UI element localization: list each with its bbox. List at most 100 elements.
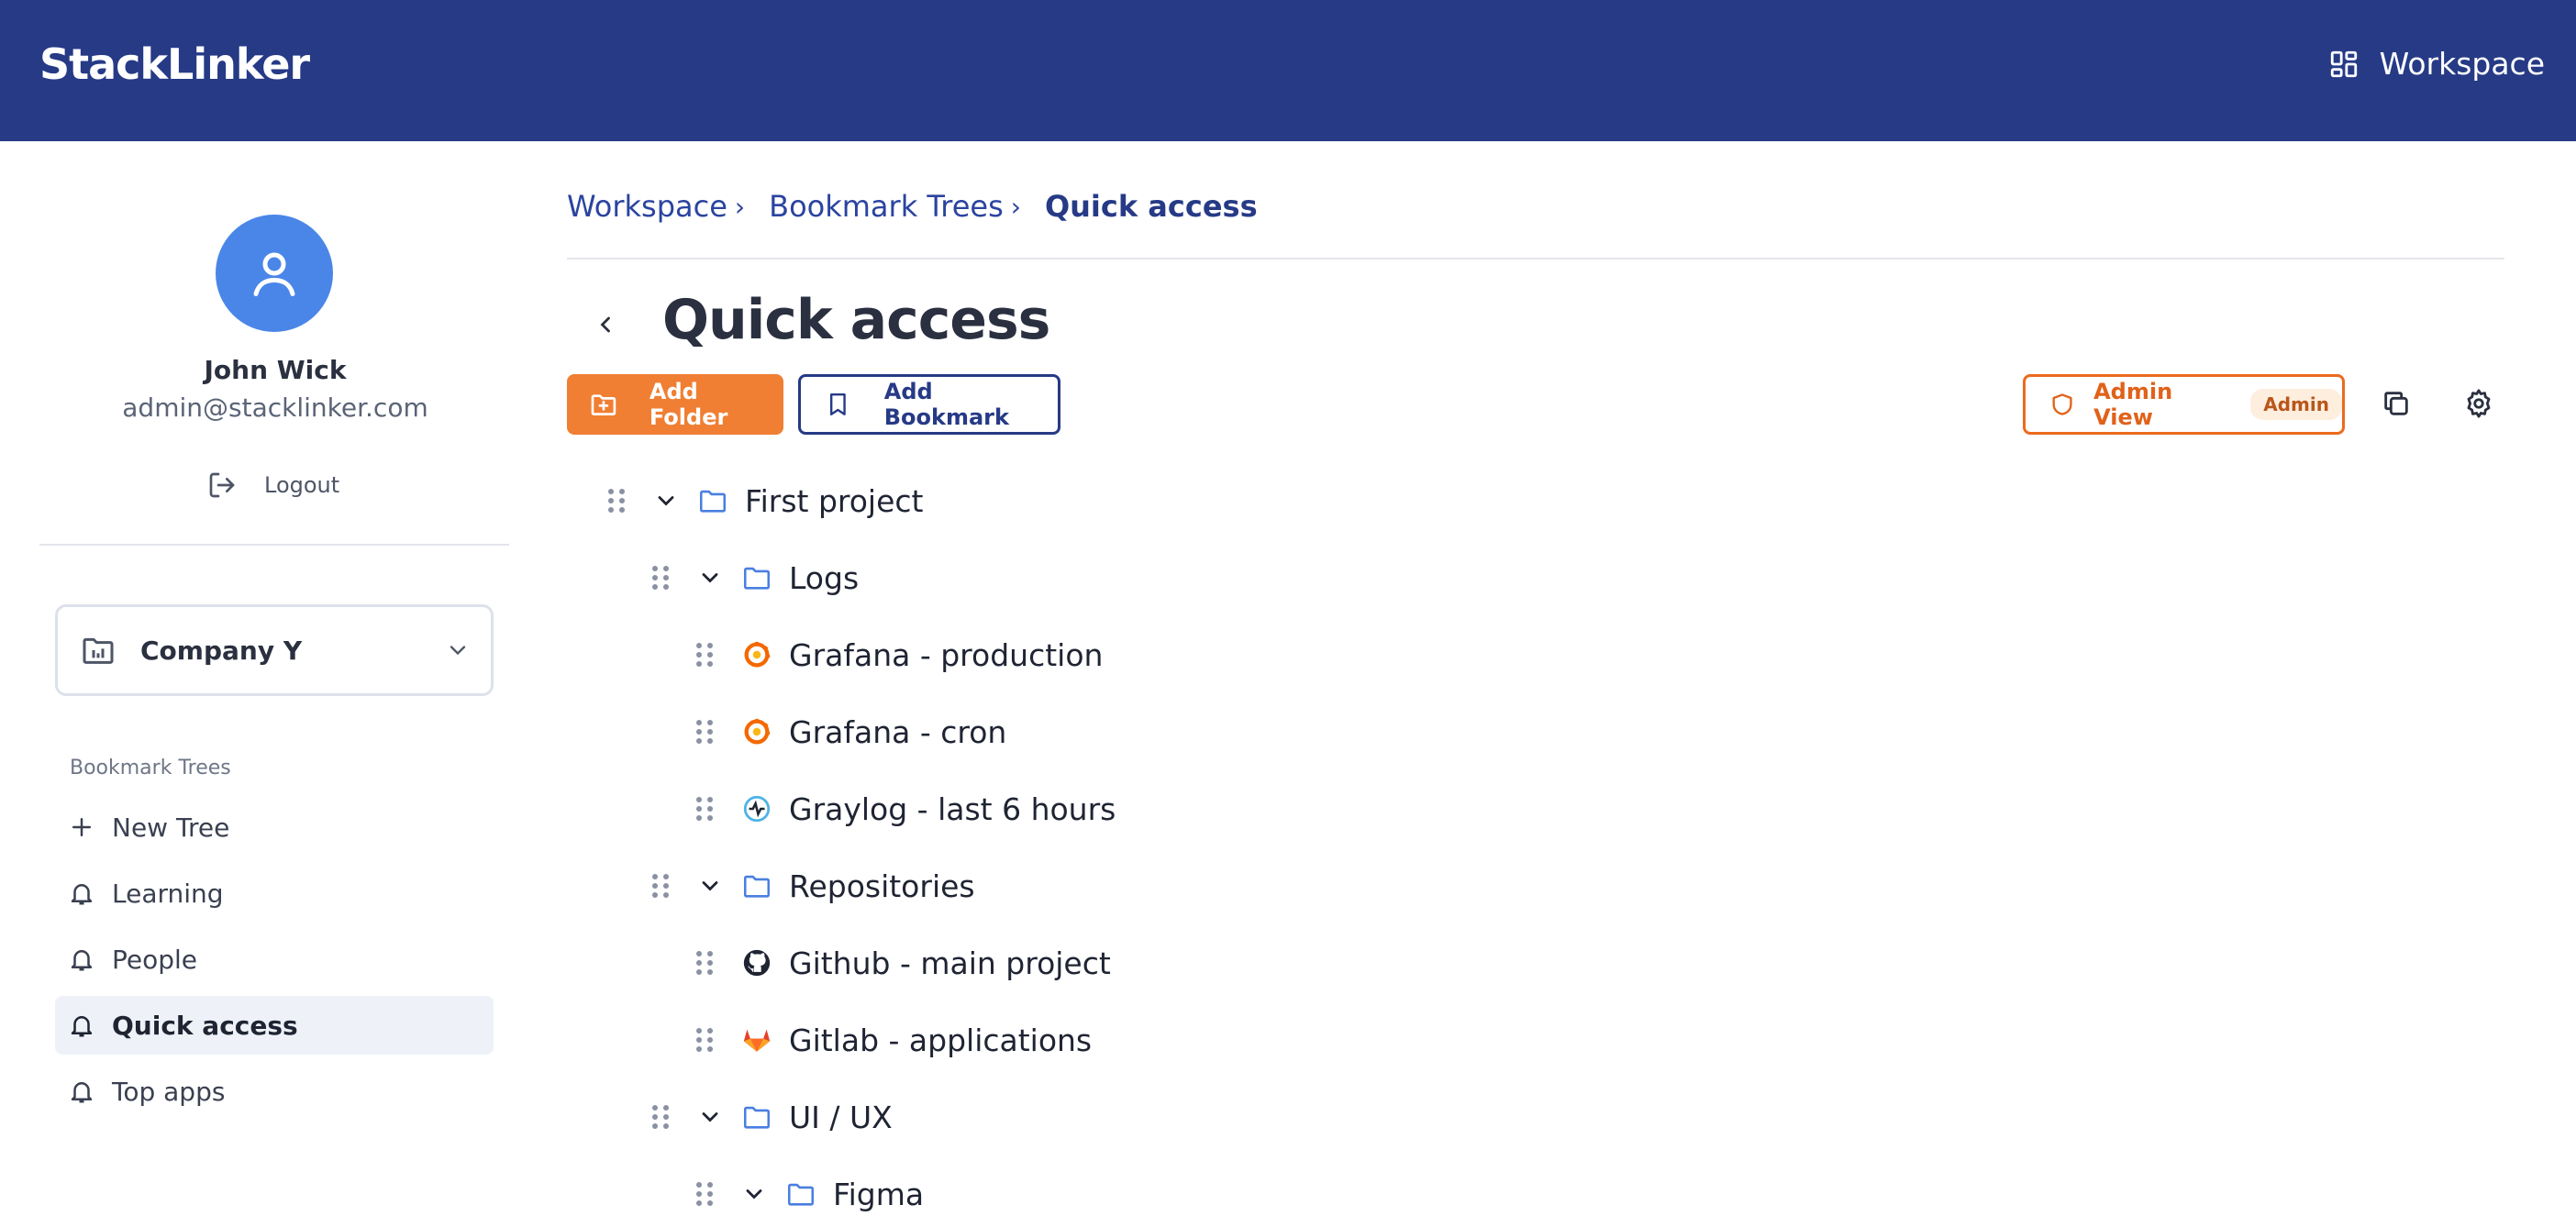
chevron-down-icon[interactable] [741, 1181, 767, 1207]
admin-view-button[interactable]: Admin View Admin [2023, 374, 2345, 435]
tree-item-label: Github - main project [789, 945, 1111, 981]
page-title: Quick access [662, 288, 1050, 352]
github-icon [743, 949, 771, 977]
tree-item-label: Graylog - last 6 hours [789, 790, 1116, 827]
drag-handle-icon[interactable] [694, 717, 716, 746]
sidebar-item-label: New Tree [112, 812, 230, 843]
logout-icon [209, 472, 235, 498]
tree-bookmark-row[interactable]: Grafana - production [694, 616, 1103, 693]
copy-icon [2384, 392, 2408, 415]
copy-button[interactable] [2378, 385, 2415, 422]
breadcrumb: Workspace › Bookmark Trees › Quick acces… [567, 189, 1258, 224]
folder-icon [699, 490, 727, 513]
graylog-icon [743, 795, 771, 823]
sidebar-item-quick-access[interactable]: Quick access [55, 996, 494, 1055]
sidebar-item-new-tree[interactable]: New Tree [55, 798, 494, 857]
tree-item-label: Logs [789, 559, 860, 596]
add-folder-button[interactable]: Add Folder [567, 374, 783, 435]
plus-icon [72, 818, 91, 836]
sidebar-item-label: Quick access [112, 1010, 298, 1041]
drag-handle-icon[interactable] [694, 948, 716, 978]
tree-item-label: First project [745, 482, 924, 519]
sidebar-item-label: Top apps [112, 1076, 226, 1107]
add-folder-label: Add Folder [649, 379, 728, 430]
breadcrumb-current: Quick access [1044, 189, 1258, 224]
add-bookmark-button[interactable]: Add Bookmark [798, 374, 1060, 435]
sidebar-item-learning[interactable]: Learning [55, 864, 494, 923]
chevron-down-icon[interactable] [697, 873, 723, 899]
avatar[interactable] [216, 215, 333, 332]
drag-handle-icon[interactable] [650, 563, 672, 592]
top-bar: StackLinker Workspace [0, 0, 2576, 141]
folder-plus-icon [591, 394, 616, 415]
chevron-right-icon: › [1010, 191, 1021, 222]
logout-button[interactable]: Logout [207, 470, 339, 500]
drag-handle-icon[interactable] [694, 1025, 716, 1055]
add-bookmark-label: Add Bookmark [883, 379, 1009, 430]
tree-bookmark-row[interactable]: Graylog - last 6 hours [694, 770, 1116, 847]
brand-logo[interactable]: StackLinker [39, 39, 310, 89]
user-name: John Wick [204, 355, 347, 385]
grafana-icon [744, 641, 771, 668]
user-icon [253, 252, 295, 296]
shield-icon [2052, 393, 2072, 415]
tree-folder-row[interactable]: Logs [650, 539, 859, 616]
tree-folder-row[interactable]: First project [605, 462, 923, 539]
tree-item-label: Grafana - production [789, 636, 1104, 673]
admin-view-label: Admin View [2093, 379, 2173, 430]
chevron-down-icon [450, 646, 466, 656]
folder-icon [743, 875, 771, 898]
tree-item-label: Grafana - cron [789, 713, 1007, 750]
sidebar-item-label: Learning [112, 878, 224, 909]
back-button[interactable] [587, 306, 624, 343]
building-folder-icon [83, 637, 114, 664]
chevron-down-icon[interactable] [697, 1104, 723, 1130]
sidebar-item-top-apps[interactable]: Top apps [55, 1062, 494, 1121]
tree-folder-row[interactable]: UI / UX [650, 1078, 893, 1155]
tree-bookmark-row[interactable]: Gitlab - applications [694, 1001, 1092, 1078]
bell-icon [71, 1082, 93, 1103]
tree-item-label: Figma [833, 1176, 925, 1212]
tree-bookmark-row[interactable]: Grafana - cron [694, 693, 1006, 770]
breadcrumb-workspace[interactable]: Workspace [567, 189, 727, 224]
sidebar-divider [39, 544, 509, 546]
sidebar: John Wick admin@stacklinker.com Logout C… [0, 141, 550, 1216]
company-selector[interactable]: Company Y [55, 604, 494, 696]
settings-button[interactable] [2460, 385, 2497, 422]
tree-folder-row[interactable]: Repositories [650, 847, 975, 924]
main-content: Workspace › Bookmark Trees › Quick acces… [567, 141, 2504, 1216]
tree-item-label: Repositories [789, 868, 975, 904]
breadcrumb-bookmark-trees[interactable]: Bookmark Trees [769, 189, 1004, 224]
sidebar-item-label: People [112, 944, 198, 975]
folder-icon [743, 1106, 771, 1129]
bell-icon [71, 1016, 93, 1037]
company-name: Company Y [140, 635, 303, 666]
tree-nav: New Tree Learning People Quick access To… [55, 798, 494, 1128]
drag-handle-icon[interactable] [605, 486, 627, 515]
logout-label: Logout [264, 472, 340, 498]
bookmark-icon [829, 393, 846, 415]
bell-icon [71, 884, 93, 905]
workspace-label: Workspace [2379, 46, 2545, 82]
drag-handle-icon[interactable] [650, 1102, 672, 1132]
sidebar-item-people[interactable]: People [55, 930, 494, 989]
grafana-icon [744, 718, 771, 745]
gitlab-icon [743, 1029, 771, 1052]
folder-icon [787, 1183, 815, 1206]
drag-handle-icon[interactable] [694, 794, 716, 824]
chevron-down-icon[interactable] [697, 565, 723, 591]
workspace-link[interactable]: Workspace [2328, 46, 2545, 82]
grid-icon [2330, 50, 2357, 77]
drag-handle-icon[interactable] [694, 640, 716, 669]
drag-handle-icon[interactable] [650, 871, 672, 901]
tree-item-label: Gitlab - applications [789, 1022, 1093, 1058]
gear-icon [2467, 389, 2491, 418]
bookmark-trees-label: Bookmark Trees [70, 757, 231, 779]
tree-item-label: UI / UX [789, 1099, 893, 1135]
chevron-right-icon: › [734, 191, 746, 222]
tree-bookmark-row[interactable]: Github - main project [694, 924, 1111, 1001]
chevron-left-icon [600, 316, 610, 333]
tree-folder-row[interactable]: Figma [694, 1155, 924, 1216]
drag-handle-icon[interactable] [694, 1179, 716, 1209]
chevron-down-icon[interactable] [653, 488, 679, 514]
